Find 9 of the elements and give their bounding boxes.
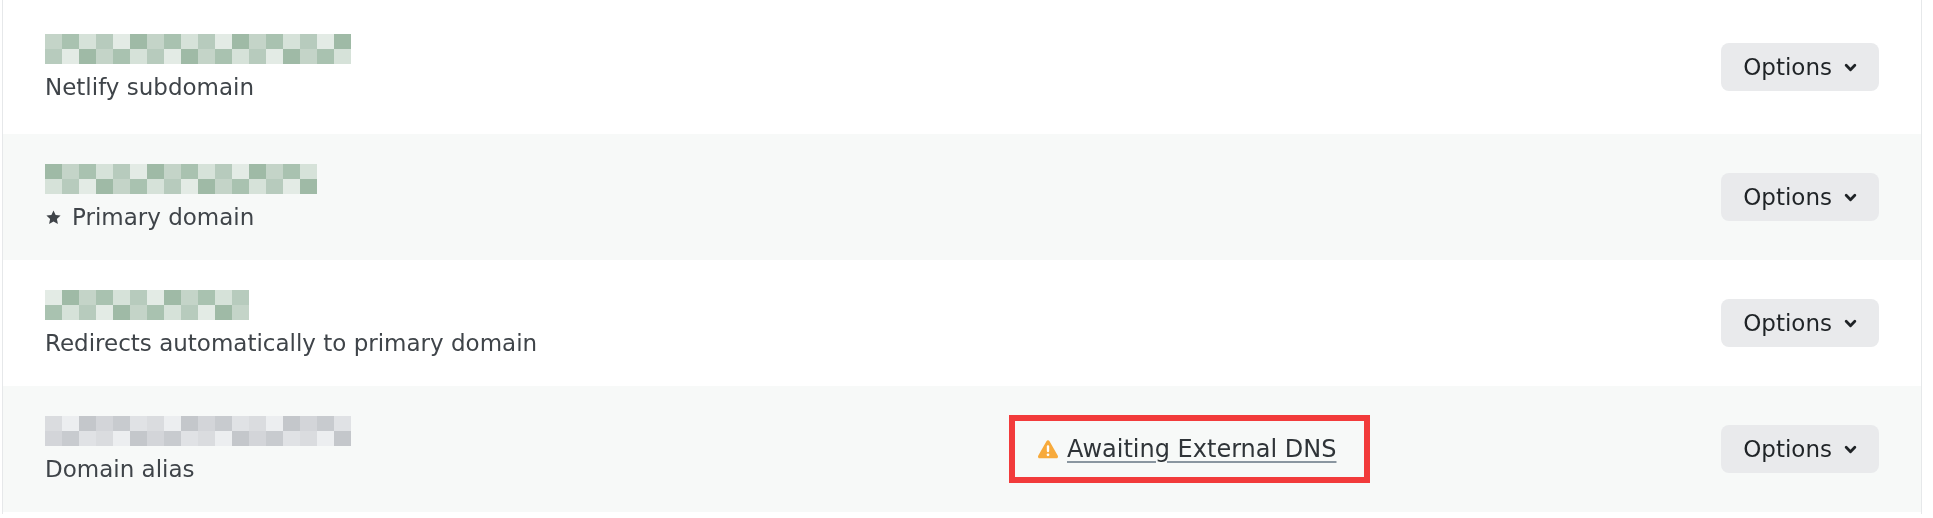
status-link[interactable]: Awaiting External DNS xyxy=(1067,435,1337,463)
options-button[interactable]: Options xyxy=(1721,173,1879,221)
domain-description: Domain alias xyxy=(45,456,195,482)
options-button[interactable]: Options xyxy=(1721,425,1879,473)
domain-description: Redirects automatically to primary domain xyxy=(45,330,538,356)
options-button[interactable]: Options xyxy=(1721,299,1879,347)
domain-description: Primary domain xyxy=(72,204,255,230)
options-button[interactable]: Options xyxy=(1721,43,1879,91)
domain-description: Netlify subdomain xyxy=(45,74,255,100)
